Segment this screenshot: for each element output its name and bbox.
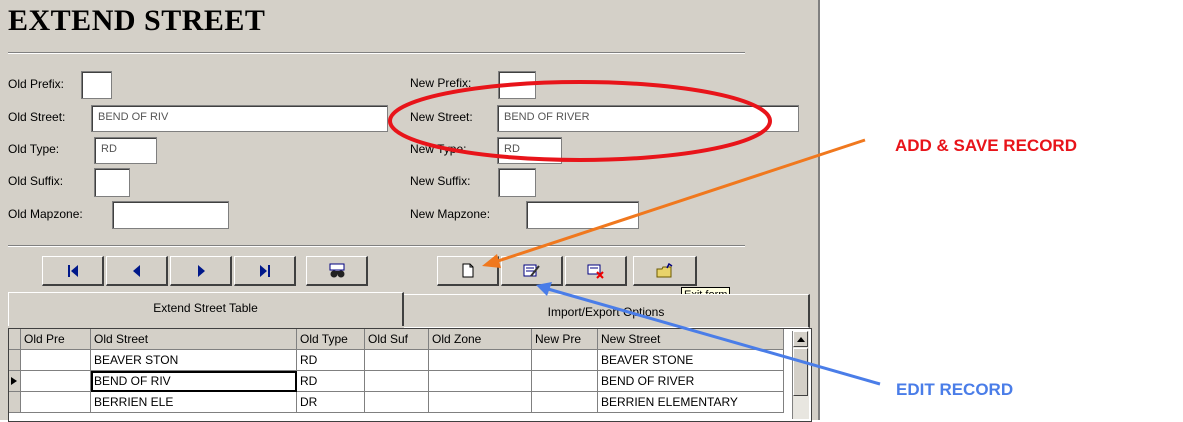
- orange-arrowhead: [482, 254, 501, 268]
- add-save-annotation: ADD & SAVE RECORD: [895, 136, 1077, 155]
- edit-annotation: EDIT RECORD: [896, 380, 1014, 399]
- highlight-ellipse: [388, 80, 772, 162]
- blue-arrow: [547, 287, 881, 386]
- annotation-overlay: [388, 80, 881, 386]
